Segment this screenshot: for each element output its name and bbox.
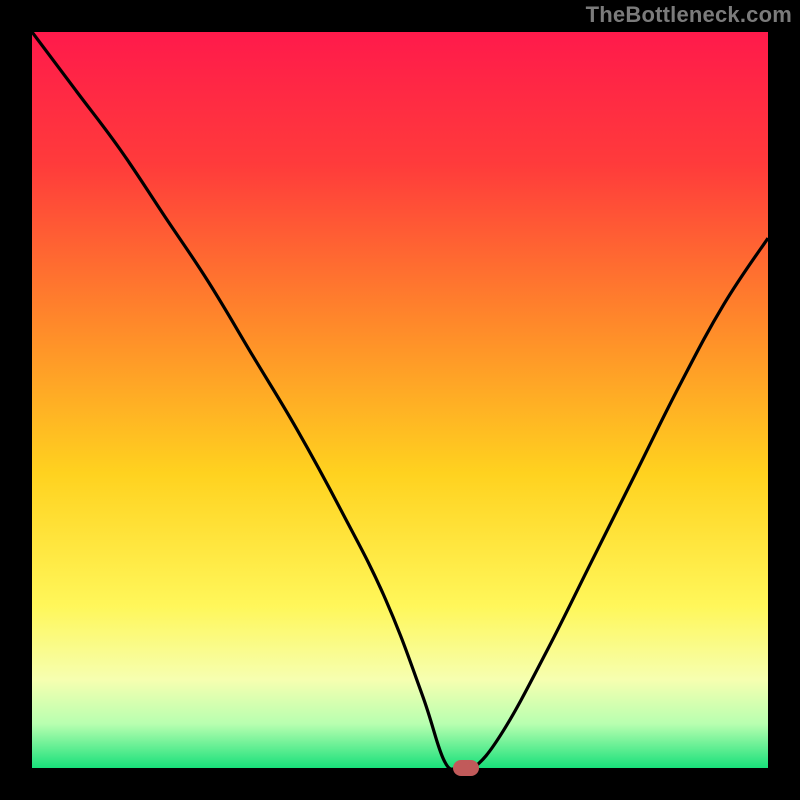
chart-svg: [0, 0, 800, 800]
chart-frame: TheBottleneck.com: [0, 0, 800, 800]
optimal-marker: [453, 760, 479, 776]
plot-background: [32, 32, 768, 768]
watermark-text: TheBottleneck.com: [586, 2, 792, 28]
